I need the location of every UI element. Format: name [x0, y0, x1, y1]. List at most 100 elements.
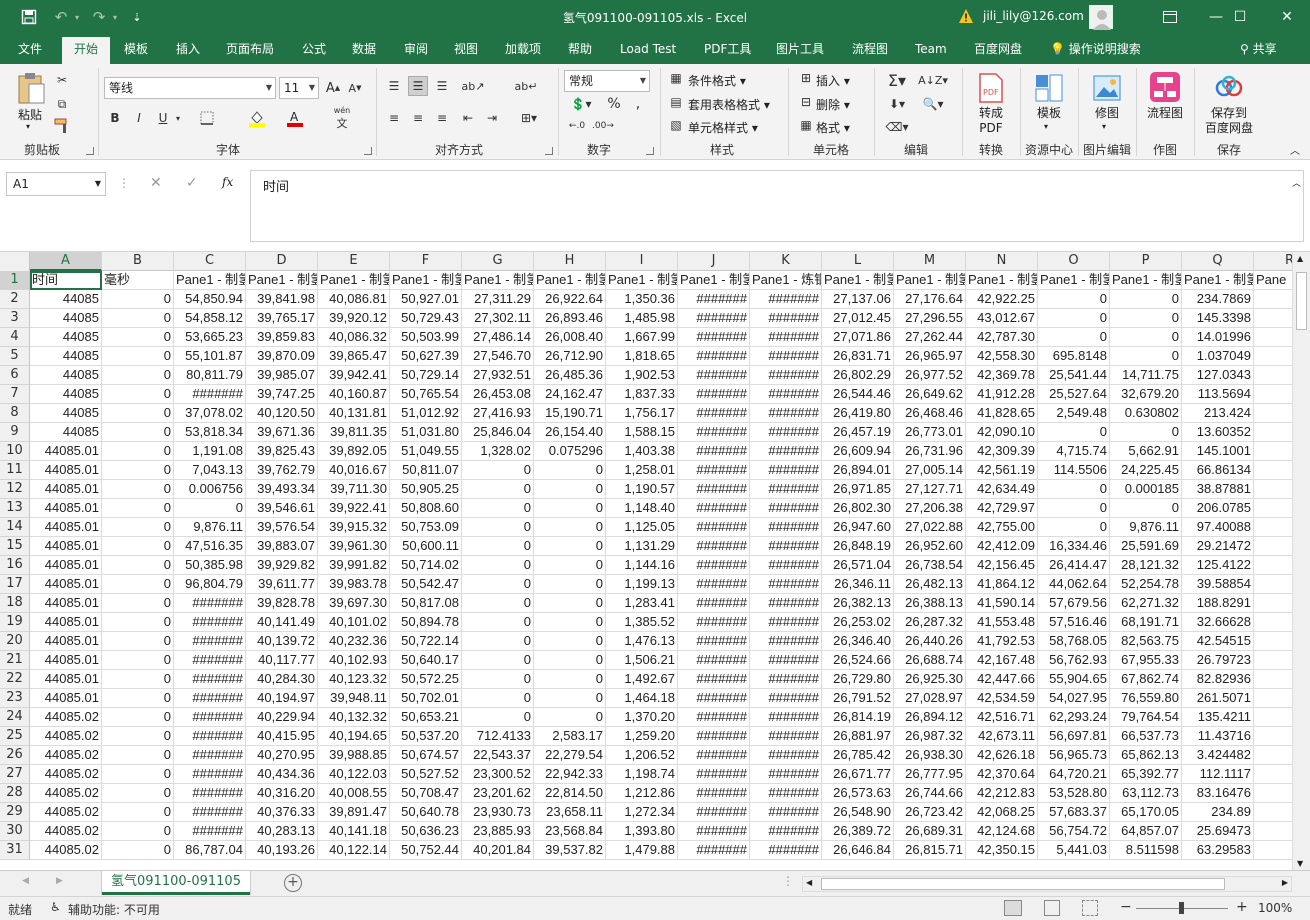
cell-r26[interactable]: 17,2: [1254, 746, 1292, 765]
cell-d2[interactable]: 39,841.98: [246, 290, 318, 309]
cell-k14[interactable]: #######: [750, 518, 822, 537]
cell-b15[interactable]: 0: [102, 537, 174, 556]
cell-q7[interactable]: 113.5694: [1182, 385, 1254, 404]
font-name-select[interactable]: 等线 ▼: [104, 77, 276, 99]
cell-p11[interactable]: 24,225.45: [1110, 461, 1182, 480]
cell-n8[interactable]: 41,828.65: [966, 404, 1038, 423]
cell-k23[interactable]: #######: [750, 689, 822, 708]
cell-c31[interactable]: 86,787.04: [174, 841, 246, 860]
cell-g17[interactable]: 0: [462, 575, 534, 594]
cell-h3[interactable]: 26,893.46: [534, 309, 606, 328]
cell-e27[interactable]: 40,122.03: [318, 765, 390, 784]
cell-o30[interactable]: 56,754.72: [1038, 822, 1110, 841]
cell-b3[interactable]: 0: [102, 309, 174, 328]
cell-c20[interactable]: #######: [174, 632, 246, 651]
cell-k22[interactable]: #######: [750, 670, 822, 689]
cell-g9[interactable]: 25,846.04: [462, 423, 534, 442]
cell-l14[interactable]: 26,947.60: [822, 518, 894, 537]
align-center-icon[interactable]: ≡: [408, 108, 428, 128]
cell-o3[interactable]: 0: [1038, 309, 1110, 328]
cell-g23[interactable]: 0: [462, 689, 534, 708]
cell-r20[interactable]: 17,2: [1254, 632, 1292, 651]
cell-h23[interactable]: 0: [534, 689, 606, 708]
cell-g18[interactable]: 0: [462, 594, 534, 613]
underline-dropdown-icon[interactable]: ▾: [172, 108, 184, 128]
cell-c26[interactable]: #######: [174, 746, 246, 765]
cell-q16[interactable]: 125.4122: [1182, 556, 1254, 575]
cell-l9[interactable]: 26,457.19: [822, 423, 894, 442]
cell-e16[interactable]: 39,991.82: [318, 556, 390, 575]
cell-e8[interactable]: 40,131.81: [318, 404, 390, 423]
borders-icon[interactable]: [198, 108, 216, 128]
number-launcher-icon[interactable]: [646, 147, 654, 155]
cell-d31[interactable]: 40,193.26: [246, 841, 318, 860]
cell-q28[interactable]: 83.16476: [1182, 784, 1254, 803]
cell-i15[interactable]: 1,131.29: [606, 537, 678, 556]
cell-a7[interactable]: 44085: [30, 385, 102, 404]
cell-b31[interactable]: 0: [102, 841, 174, 860]
row-header[interactable]: 16: [0, 556, 30, 575]
cell-a6[interactable]: 44085: [30, 366, 102, 385]
cell-h13[interactable]: 0: [534, 499, 606, 518]
cell-d5[interactable]: 39,870.09: [246, 347, 318, 366]
cell-a23[interactable]: 44085.01: [30, 689, 102, 708]
decrease-indent-icon[interactable]: ⇤: [458, 108, 478, 128]
cell-g31[interactable]: 40,201.84: [462, 841, 534, 860]
cell-l29[interactable]: 26,548.90: [822, 803, 894, 822]
cell-g27[interactable]: 23,300.52: [462, 765, 534, 784]
cell-g13[interactable]: 0: [462, 499, 534, 518]
cell-d23[interactable]: 40,194.97: [246, 689, 318, 708]
cell-r17[interactable]: 17,2: [1254, 575, 1292, 594]
cell-r24[interactable]: 17,2: [1254, 708, 1292, 727]
cell-g19[interactable]: 0: [462, 613, 534, 632]
cell-k3[interactable]: #######: [750, 309, 822, 328]
cell-o18[interactable]: 57,679.56: [1038, 594, 1110, 613]
format-painter-icon[interactable]: [52, 116, 72, 136]
row-header[interactable]: 27: [0, 765, 30, 784]
cell-q24[interactable]: 135.4211: [1182, 708, 1254, 727]
cell-g25[interactable]: 712.4133: [462, 727, 534, 746]
cell-l8[interactable]: 26,419.80: [822, 404, 894, 423]
cell-m23[interactable]: 27,028.97: [894, 689, 966, 708]
cell-b22[interactable]: 0: [102, 670, 174, 689]
cell-p31[interactable]: 8.511598: [1110, 841, 1182, 860]
cell-n1[interactable]: Pane1 - 制氢: [966, 271, 1038, 290]
cell-a25[interactable]: 44085.02: [30, 727, 102, 746]
cell-i9[interactable]: 1,588.15: [606, 423, 678, 442]
cell-q21[interactable]: 26.79723: [1182, 651, 1254, 670]
cell-c21[interactable]: #######: [174, 651, 246, 670]
row-header[interactable]: 12: [0, 480, 30, 499]
cell-e22[interactable]: 40,123.32: [318, 670, 390, 689]
row-header[interactable]: 7: [0, 385, 30, 404]
cell-n5[interactable]: 42,558.30: [966, 347, 1038, 366]
row-header[interactable]: 9: [0, 423, 30, 442]
cell-g15[interactable]: 0: [462, 537, 534, 556]
cell-h7[interactable]: 24,162.47: [534, 385, 606, 404]
cell-a17[interactable]: 44085.01: [30, 575, 102, 594]
cell-n23[interactable]: 42,534.59: [966, 689, 1038, 708]
cell-i10[interactable]: 1,403.38: [606, 442, 678, 461]
column-header-c[interactable]: C: [174, 252, 246, 271]
font-launcher-icon[interactable]: [364, 147, 372, 155]
number-format-select[interactable]: 常规 ▼: [564, 70, 650, 92]
cell-f9[interactable]: 51,031.80: [390, 423, 462, 442]
cell-d7[interactable]: 39,747.25: [246, 385, 318, 404]
cell-m11[interactable]: 27,005.14: [894, 461, 966, 480]
cell-m21[interactable]: 26,688.74: [894, 651, 966, 670]
cell-k19[interactable]: #######: [750, 613, 822, 632]
cell-b11[interactable]: 0: [102, 461, 174, 480]
cell-o7[interactable]: 25,527.64: [1038, 385, 1110, 404]
cell-o2[interactable]: 0: [1038, 290, 1110, 309]
cell-a1[interactable]: 时间: [30, 271, 102, 290]
cell-c18[interactable]: #######: [174, 594, 246, 613]
cell-j24[interactable]: #######: [678, 708, 750, 727]
row-header[interactable]: 23: [0, 689, 30, 708]
cell-j5[interactable]: #######: [678, 347, 750, 366]
cell-m14[interactable]: 27,022.88: [894, 518, 966, 537]
conditional-format-button[interactable]: 条件格式 ▾: [688, 72, 746, 89]
cell-h10[interactable]: 0.075296: [534, 442, 606, 461]
cell-h31[interactable]: 39,537.82: [534, 841, 606, 860]
cell-q22[interactable]: 82.82936: [1182, 670, 1254, 689]
font-size-select[interactable]: 11 ▼: [279, 77, 319, 99]
cell-n19[interactable]: 41,553.48: [966, 613, 1038, 632]
